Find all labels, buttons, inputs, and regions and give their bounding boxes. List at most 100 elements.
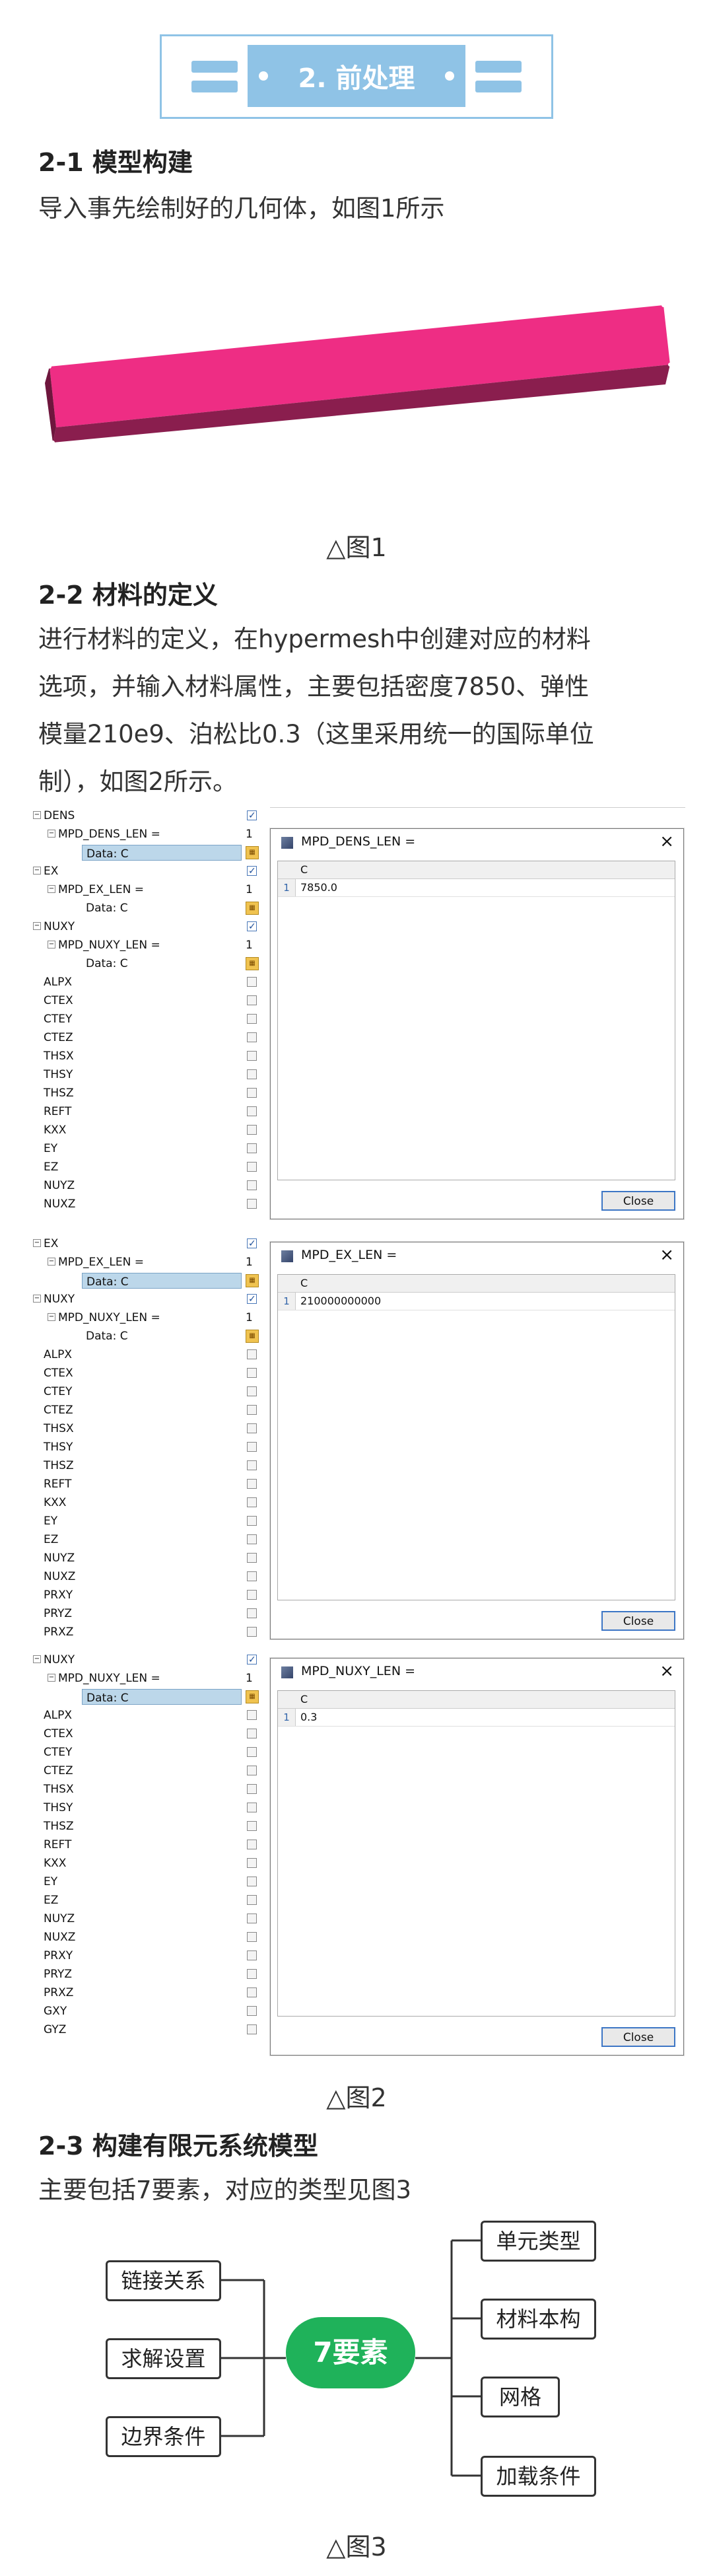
tree-row[interactable]: Data: C ▦ bbox=[29, 1328, 273, 1345]
tree-row[interactable]: CTEX bbox=[29, 1725, 273, 1742]
tree-row[interactable]: − DENS bbox=[29, 807, 273, 824]
tree-row[interactable]: THSX bbox=[29, 1781, 273, 1798]
tree-row[interactable]: − NUXY bbox=[29, 918, 273, 935]
tree-row[interactable]: − EX bbox=[29, 1235, 273, 1252]
tree-row[interactable]: − MPD_EX_LEN = 1 bbox=[29, 881, 273, 898]
checkbox[interactable] bbox=[247, 1516, 257, 1526]
tree-row[interactable]: EZ bbox=[29, 1159, 273, 1176]
checkbox[interactable] bbox=[247, 1069, 257, 1079]
checkbox[interactable] bbox=[247, 1423, 257, 1433]
tree-row[interactable]: THSY bbox=[29, 1439, 273, 1456]
checkbox[interactable] bbox=[247, 918, 257, 935]
tree-row[interactable]: THSZ bbox=[29, 1818, 273, 1835]
checkbox[interactable] bbox=[247, 1553, 257, 1563]
tree-row[interactable]: PRXY bbox=[29, 1947, 273, 1964]
checkbox[interactable] bbox=[247, 1710, 257, 1720]
tree-row[interactable]: PRYZ bbox=[29, 1966, 273, 1983]
tree-row[interactable]: − EX bbox=[29, 863, 273, 880]
checkbox[interactable] bbox=[247, 1784, 257, 1794]
close-button[interactable]: Close bbox=[601, 2027, 675, 2047]
data-table-icon[interactable]: ▦ bbox=[246, 957, 259, 970]
tree-row[interactable]: ALPX bbox=[29, 974, 273, 991]
tree-row[interactable]: THSY bbox=[29, 1799, 273, 1816]
cell-value[interactable]: 210000000000 bbox=[300, 1295, 381, 1307]
checkbox[interactable] bbox=[247, 1627, 257, 1637]
close-icon[interactable]: × bbox=[660, 1661, 674, 1681]
tree-item-label[interactable]: Data: C bbox=[82, 1273, 242, 1289]
tree-row[interactable]: NUXZ bbox=[29, 1568, 273, 1585]
tree-row[interactable]: PRXY bbox=[29, 1587, 273, 1604]
checkbox[interactable] bbox=[247, 1088, 257, 1098]
data-table-icon[interactable]: ▦ bbox=[246, 1330, 259, 1343]
cell-value[interactable]: 7850.0 bbox=[300, 881, 337, 894]
tree-item-label[interactable]: Data: C bbox=[82, 845, 242, 861]
tree-row[interactable]: NUXZ bbox=[29, 1929, 273, 1946]
close-icon[interactable]: × bbox=[660, 832, 674, 851]
tree-item-label[interactable]: Data: C bbox=[82, 1689, 242, 1705]
tree-row[interactable]: − MPD_NUXY_LEN = 1 bbox=[29, 937, 273, 954]
checkbox[interactable] bbox=[247, 807, 257, 824]
checkbox[interactable] bbox=[247, 1803, 257, 1812]
tree-row[interactable]: EY bbox=[29, 1513, 273, 1530]
tree-row[interactable]: EZ bbox=[29, 1531, 273, 1548]
collapse-icon[interactable]: − bbox=[48, 885, 55, 893]
checkbox[interactable] bbox=[247, 1969, 257, 1979]
checkbox[interactable] bbox=[247, 1014, 257, 1024]
data-table-icon[interactable]: ▦ bbox=[246, 1274, 259, 1287]
checkbox[interactable] bbox=[247, 1106, 257, 1116]
grid-row[interactable]: 1 7850.0 bbox=[278, 879, 675, 897]
tree-row[interactable]: − MPD_NUXY_LEN = 1 bbox=[29, 1309, 273, 1326]
tree-row[interactable]: PRXZ bbox=[29, 1984, 273, 2001]
checkbox[interactable] bbox=[247, 1405, 257, 1415]
close-icon[interactable]: × bbox=[660, 1245, 674, 1265]
checkbox[interactable] bbox=[247, 2006, 257, 2016]
tree-row[interactable]: ALPX bbox=[29, 1346, 273, 1363]
checkbox[interactable] bbox=[247, 1032, 257, 1042]
tree-row[interactable]: REFT bbox=[29, 1103, 273, 1120]
checkbox[interactable] bbox=[247, 1125, 257, 1135]
tree-row[interactable]: GYZ bbox=[29, 2021, 273, 2038]
checkbox[interactable] bbox=[247, 1199, 257, 1209]
checkbox[interactable] bbox=[247, 1840, 257, 1849]
checkbox[interactable] bbox=[247, 1442, 257, 1452]
tree-row[interactable]: KXX bbox=[29, 1122, 273, 1139]
tree-row[interactable]: Data: C ▦ bbox=[29, 955, 273, 972]
collapse-icon[interactable]: − bbox=[33, 811, 41, 819]
tree-row[interactable]: CTEX bbox=[29, 1365, 273, 1382]
checkbox[interactable] bbox=[247, 1386, 257, 1396]
tree-row[interactable]: Data: C ▦ bbox=[29, 900, 273, 917]
checkbox[interactable] bbox=[247, 1914, 257, 1923]
tree-row[interactable]: PRXZ bbox=[29, 1624, 273, 1641]
data-table-icon[interactable]: ▦ bbox=[246, 846, 259, 859]
checkbox[interactable] bbox=[247, 1987, 257, 1997]
tree-row[interactable]: CTEY bbox=[29, 1744, 273, 1761]
checkbox[interactable] bbox=[247, 1651, 257, 1668]
checkbox[interactable] bbox=[247, 1349, 257, 1359]
tree-row[interactable]: KXX bbox=[29, 1494, 273, 1511]
checkbox[interactable] bbox=[247, 1479, 257, 1489]
close-button[interactable]: Close bbox=[601, 1191, 675, 1211]
tree-row[interactable]: Data: C ▦ bbox=[29, 844, 273, 861]
collapse-icon[interactable]: − bbox=[33, 1239, 41, 1247]
checkbox[interactable] bbox=[247, 1143, 257, 1153]
collapse-icon[interactable]: − bbox=[33, 1295, 41, 1303]
checkbox[interactable] bbox=[247, 1497, 257, 1507]
tree-row[interactable]: EZ bbox=[29, 1892, 273, 1909]
tree-row[interactable]: − NUXY bbox=[29, 1291, 273, 1308]
checkbox[interactable] bbox=[247, 1858, 257, 1868]
cell-value[interactable]: 0.3 bbox=[300, 1711, 317, 1723]
checkbox[interactable] bbox=[247, 995, 257, 1005]
tree-row[interactable]: THSZ bbox=[29, 1457, 273, 1474]
tree-row[interactable]: EY bbox=[29, 1140, 273, 1157]
checkbox[interactable] bbox=[247, 1534, 257, 1544]
checkbox[interactable] bbox=[247, 1460, 257, 1470]
tree-row[interactable]: − MPD_EX_LEN = 1 bbox=[29, 1254, 273, 1271]
checkbox[interactable] bbox=[247, 1235, 257, 1252]
checkbox[interactable] bbox=[247, 1162, 257, 1172]
tree-row[interactable]: NUYZ bbox=[29, 1910, 273, 1927]
tree-row[interactable]: THSY bbox=[29, 1066, 273, 1083]
collapse-icon[interactable]: − bbox=[33, 867, 41, 875]
checkbox[interactable] bbox=[247, 2024, 257, 2034]
tree-row[interactable]: CTEY bbox=[29, 1383, 273, 1400]
checkbox[interactable] bbox=[247, 863, 257, 880]
